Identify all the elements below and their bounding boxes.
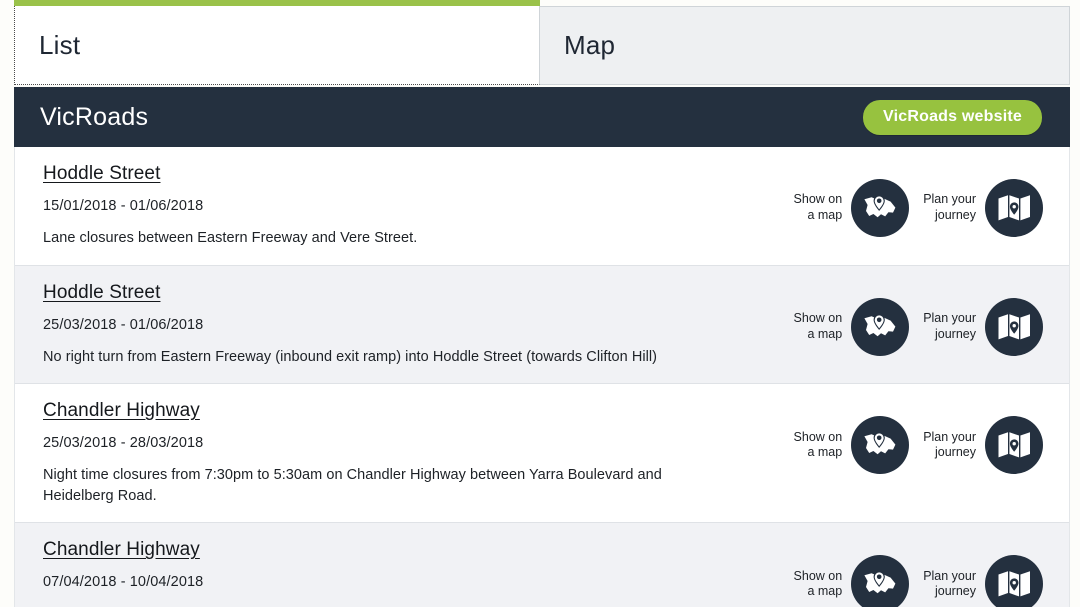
victoria-map-pin-icon[interactable]: [851, 297, 910, 356]
show-on-map-action[interactable]: Show on a map: [793, 416, 910, 475]
list-item-title[interactable]: Chandler Highway: [43, 400, 200, 422]
list-item[interactable]: Hoddle Street 15/01/2018 - 01/06/2018 La…: [15, 147, 1069, 266]
brand-title: VicRoads: [40, 102, 149, 131]
victoria-map-pin-icon[interactable]: [851, 179, 910, 237]
list-item-actions: Show on a map Plan your journey: [794, 161, 1043, 237]
list-item-info: Hoddle Street 15/01/2018 - 01/06/2018 La…: [43, 161, 794, 249]
tab-list[interactable]: List: [14, 0, 540, 85]
plan-journey-action[interactable]: Plan your journey: [923, 179, 1043, 237]
list-item-description: Lane closures between Eastern Freeway an…: [43, 230, 418, 246]
tab-map-label: Map: [564, 30, 616, 60]
list-item[interactable]: Hoddle Street 25/03/2018 - 01/06/2018 No…: [15, 265, 1069, 385]
show-on-map-action[interactable]: Show on a map: [794, 179, 910, 237]
list-item-dates: 25/03/2018 - 01/06/2018: [43, 316, 204, 333]
list-item-actions: Show on a map Plan your journey: [793, 398, 1043, 475]
closure-list: Hoddle Street 15/01/2018 - 01/06/2018 La…: [14, 147, 1070, 607]
list-item-title[interactable]: Hoddle Street: [43, 163, 160, 185]
list-item-info: Chandler Highway 25/03/2018 - 28/03/2018…: [43, 398, 794, 506]
show-on-map-label: Show on a map: [793, 310, 843, 341]
plan-journey-action[interactable]: Plan your journey: [923, 416, 1043, 475]
brand-header: VicRoads VicRoads website: [14, 87, 1070, 147]
tab-map[interactable]: Map: [540, 6, 1070, 85]
tab-bar: List Map: [14, 0, 1070, 85]
folded-map-pin-icon[interactable]: [985, 297, 1043, 356]
plan-journey-label: Plan your journey: [923, 429, 976, 460]
list-item-dates: 07/04/2018 - 10/04/2018: [43, 574, 204, 591]
folded-map-pin-icon[interactable]: [985, 179, 1043, 237]
list-item[interactable]: Chandler Highway 25/03/2018 - 28/03/2018…: [15, 384, 1069, 524]
victoria-map-pin-icon[interactable]: [851, 555, 910, 607]
show-on-map-action[interactable]: Show on a map: [793, 297, 910, 356]
list-item[interactable]: Chandler Highway 07/04/2018 - 10/04/2018…: [15, 523, 1069, 607]
folded-map-pin-icon[interactable]: [985, 555, 1043, 607]
tab-list-label: List: [39, 29, 81, 60]
list-item-title[interactable]: Chandler Highway: [43, 539, 200, 561]
victoria-map-pin-icon[interactable]: [851, 416, 910, 475]
vicroads-website-button[interactable]: VicRoads website: [863, 99, 1042, 135]
show-on-map-label: Show on a map: [793, 429, 843, 460]
show-on-map-label: Show on a map: [793, 568, 843, 599]
plan-journey-label: Plan your journey: [923, 192, 976, 222]
plan-journey-action[interactable]: Plan your journey: [923, 555, 1043, 607]
plan-journey-label: Plan your journey: [923, 568, 976, 599]
list-item-actions: Show on a map Plan your journey: [794, 280, 1043, 356]
show-on-map-label: Show on a map: [793, 192, 843, 222]
plan-journey-label: Plan your journey: [923, 310, 976, 341]
list-item-description: Night time closures from 7:30pm to 5:30a…: [43, 467, 662, 504]
folded-map-pin-icon[interactable]: [985, 416, 1043, 475]
list-item-dates: 15/01/2018 - 01/06/2018: [43, 198, 204, 214]
list-item-actions: Show on a map Plan your journey: [794, 537, 1043, 607]
list-item-info: Chandler Highway 07/04/2018 - 10/04/2018…: [43, 537, 794, 607]
list-item-description: No right turn from Eastern Freeway (inbo…: [43, 348, 658, 365]
plan-journey-action[interactable]: Plan your journey: [923, 297, 1043, 356]
page-root: List Map VicRoads VicRoads website Hoddl…: [0, 0, 1080, 607]
show-on-map-action[interactable]: Show on a map: [794, 555, 910, 607]
list-item-title[interactable]: Hoddle Street: [43, 282, 160, 304]
list-item-info: Hoddle Street 25/03/2018 - 01/06/2018 No…: [43, 280, 794, 368]
list-item-dates: 25/03/2018 - 28/03/2018: [43, 435, 204, 452]
